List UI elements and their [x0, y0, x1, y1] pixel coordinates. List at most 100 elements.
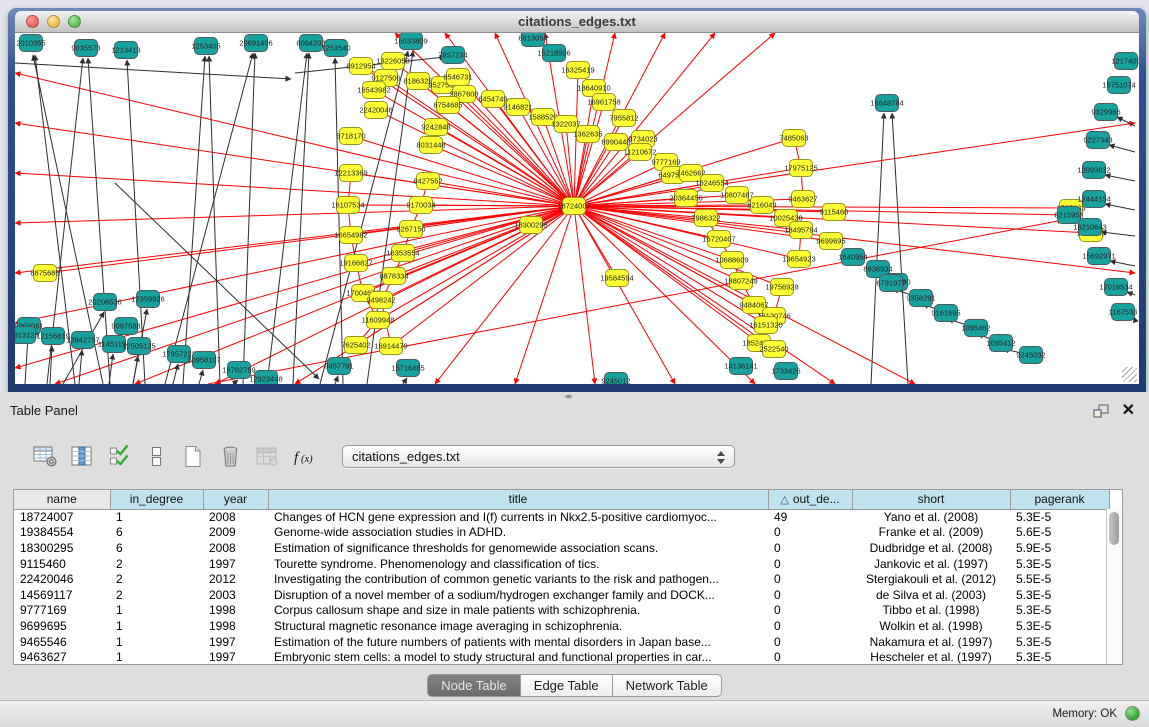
tab-node-table[interactable]: Node Table: [427, 674, 521, 697]
table-row[interactable]: 946554611997Estimation of the future num…: [14, 634, 1109, 650]
table-scrollbar[interactable]: [1106, 509, 1122, 664]
tab-edge-table[interactable]: Edge Table: [521, 674, 613, 697]
graph-node-label: 16325419: [561, 66, 594, 75]
table-cell: 6: [110, 525, 203, 541]
table-cell: 1: [110, 649, 203, 665]
graph-node-label: 1733426: [771, 367, 800, 376]
table-row[interactable]: 946362711997Embryonic stem cells: a mode…: [14, 649, 1109, 665]
table-cell: Genome-wide association studies in ADHD.: [268, 525, 768, 541]
graph-node-label: 8031448: [416, 141, 445, 150]
table-cell: 0: [768, 649, 852, 665]
graph-node-label: 16246554: [695, 179, 728, 188]
graph-node-label: 1253540: [321, 44, 350, 53]
graph-node-label: 20691406: [239, 39, 272, 48]
column-header-pagerank[interactable]: pagerank: [1010, 490, 1109, 509]
table-cell: 0: [768, 540, 852, 556]
window-titlebar[interactable]: citations_edges.txt: [15, 11, 1139, 33]
graph-node-label: 8718170: [336, 132, 365, 141]
column-header-short[interactable]: short: [852, 490, 1010, 509]
column-edit-button[interactable]: [69, 443, 95, 469]
network-table-select[interactable]: citations_edges.txt: [342, 445, 735, 468]
graph-node-label: 16914479: [374, 342, 407, 351]
memory-status-icon[interactable]: [1125, 706, 1140, 721]
table-cell: 0: [768, 634, 852, 650]
table-cell: 5.6E-5: [1010, 525, 1109, 541]
table-row[interactable]: 1830029562008Estimation of significance …: [14, 540, 1109, 556]
graph-node-label: 16353554: [386, 249, 419, 258]
table-cell: Hescheler et al. (1997): [852, 649, 1010, 665]
table-cell: 14569117: [14, 587, 110, 603]
graph-node-label: 9242848: [421, 123, 450, 132]
node-table-container: namein_degreeyeartitle△out_de...shortpag…: [13, 489, 1123, 665]
select-rows-button[interactable]: [106, 443, 132, 469]
graph-node-label: 15218506: [537, 49, 570, 58]
graph-node-label: 9097588: [111, 322, 140, 331]
table-row[interactable]: 1938455462009Genome-wide association stu…: [14, 525, 1109, 541]
table-cell: 5.3E-5: [1010, 509, 1109, 525]
table-cell: 9777169: [14, 603, 110, 619]
graph-node-label: 1095412: [986, 339, 1015, 348]
graph-node-label: 9329966: [1091, 108, 1120, 117]
table-cell: Tibbo et al. (1998): [852, 603, 1010, 619]
column-header-year[interactable]: year: [203, 490, 268, 509]
table-row[interactable]: 1872400712008Changes of HCN gene express…: [14, 509, 1109, 525]
table-cell: 49: [768, 509, 852, 525]
table-row[interactable]: 2242004622012Investigating the contribut…: [14, 571, 1109, 587]
table-scrollbar-thumb[interactable]: [1109, 512, 1119, 545]
float-panel-button[interactable]: [1093, 404, 1109, 418]
svg-text:(x): (x): [301, 454, 313, 465]
table-cell: 0: [768, 556, 852, 572]
new-table-button[interactable]: [180, 443, 206, 469]
network-window: citations_edges.txt 18724007891295413226…: [8, 8, 1146, 392]
close-button[interactable]: [26, 15, 39, 28]
graph-node-label: 9734023: [628, 135, 657, 144]
tab-network-table[interactable]: Network Table: [613, 674, 722, 697]
graph-node-label: 9463627: [788, 195, 817, 204]
graph-node-label: 18807249: [724, 277, 757, 286]
close-panel-button[interactable]: ✕: [1122, 400, 1135, 420]
column-header-out_de[interactable]: △out_de...: [768, 490, 852, 509]
table-header-row: namein_degreeyeartitle△out_de...shortpag…: [14, 490, 1109, 509]
graph-node-label: 16654982: [334, 231, 367, 240]
table-cell: 1: [110, 634, 203, 650]
column-header-in_degree[interactable]: in_degree: [110, 490, 203, 509]
graph-node-label: 8990448: [601, 138, 630, 147]
table-row[interactable]: 1456911722003Disruption of a novel membe…: [14, 587, 1109, 603]
new-table-icon: [183, 445, 203, 468]
zoom-button[interactable]: [68, 15, 81, 28]
import-table-button[interactable]: [254, 443, 280, 469]
table-row[interactable]: 977716911998Corpus callosum shape and si…: [14, 603, 1109, 619]
table-cell: 0: [768, 587, 852, 603]
table-settings-button[interactable]: [32, 443, 58, 469]
table-cell: Stergiakouli et al. (2012): [852, 571, 1010, 587]
function-builder-button[interactable]: f(x): [291, 443, 317, 469]
table-row[interactable]: 969969511998Structural magnetic resonanc…: [14, 618, 1109, 634]
graph-edge: [15, 173, 574, 206]
table-panel: Table Panel ✕ f(x)citations_edges.txt na…: [0, 392, 1149, 727]
minimize-button[interactable]: [47, 15, 60, 28]
window-resize-grip[interactable]: [1122, 367, 1137, 382]
network-canvas[interactable]: 1872400789129541322605891275061654398281…: [15, 33, 1139, 384]
close-icon: ✕: [1122, 402, 1135, 419]
table-cell: 2003: [203, 587, 268, 603]
graph-node-label: 1095462: [961, 324, 990, 333]
column-header-name[interactable]: name: [14, 490, 110, 509]
table-cell: 1: [110, 603, 203, 619]
sort-ascending-icon: △: [780, 494, 788, 506]
table-cell: 5.3E-5: [1010, 556, 1109, 572]
column-header-title[interactable]: title: [268, 490, 768, 509]
table-cell: 22420046: [14, 571, 110, 587]
graph-node-label: 1322037: [551, 120, 580, 129]
graph-edge: [243, 53, 255, 384]
table-cell: de Silva et al. (2003): [852, 587, 1010, 603]
graph-edge: [183, 56, 205, 384]
graph-edge: [1110, 261, 1135, 266]
merge-rows-button[interactable]: [143, 443, 169, 469]
graph-edge: [574, 206, 595, 384]
delete-table-button[interactable]: [217, 443, 243, 469]
table-row[interactable]: 911546021997Tourette syndrome. Phenomeno…: [14, 556, 1109, 572]
graph-node-label: 16720407: [702, 235, 735, 244]
graph-node-label: 20206536: [88, 298, 121, 307]
table-cell: 2: [110, 587, 203, 603]
graph-edge: [1101, 232, 1135, 236]
